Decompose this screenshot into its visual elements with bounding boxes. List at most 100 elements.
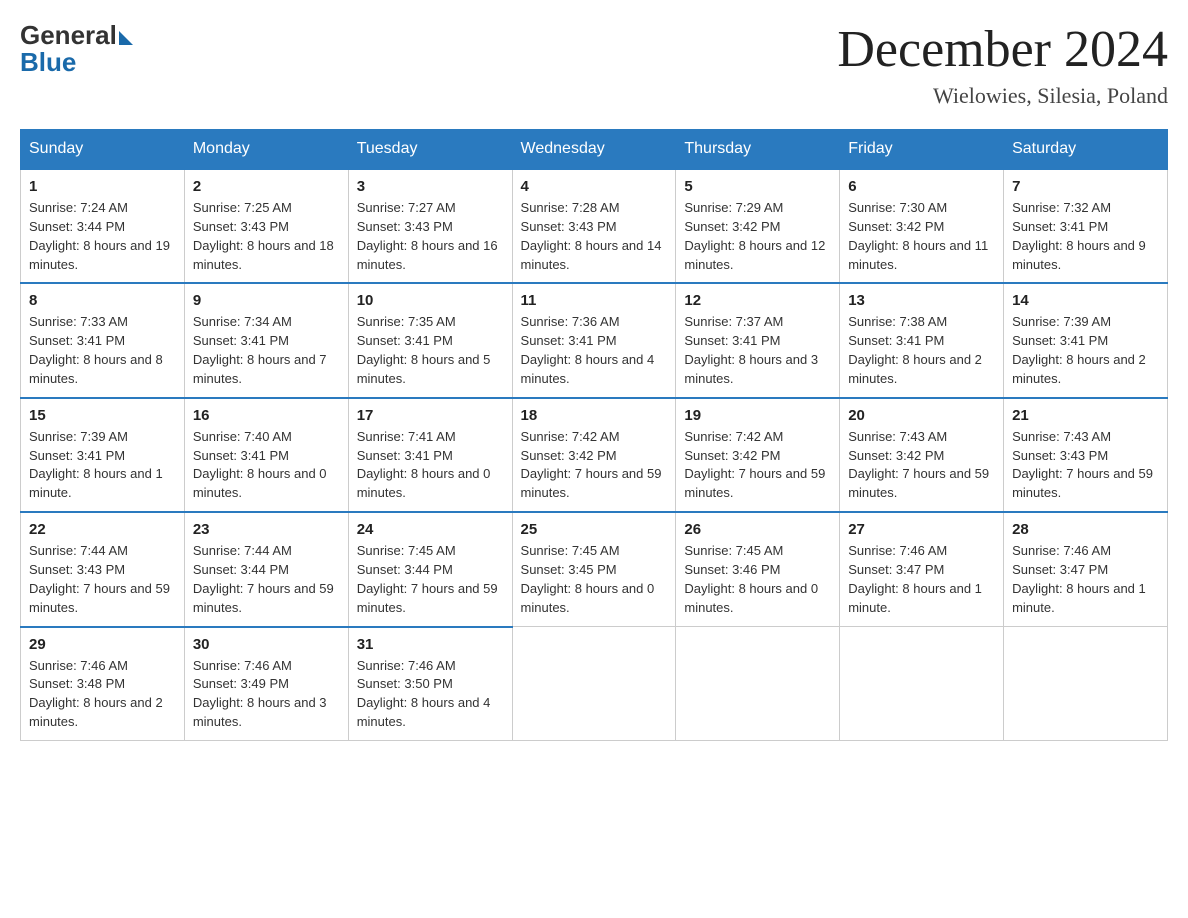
- day-cell: 23 Sunrise: 7:44 AMSunset: 3:44 PMDayligh…: [184, 512, 348, 626]
- day-info: Sunrise: 7:46 AMSunset: 3:47 PMDaylight:…: [848, 542, 995, 617]
- day-info: Sunrise: 7:43 AMSunset: 3:42 PMDaylight:…: [848, 428, 995, 503]
- day-cell: 14 Sunrise: 7:39 AMSunset: 3:41 PMDayligh…: [1004, 283, 1168, 397]
- day-number: 9: [193, 292, 340, 309]
- day-number: 23: [193, 521, 340, 538]
- day-cell: 22 Sunrise: 7:44 AMSunset: 3:43 PMDayligh…: [21, 512, 185, 626]
- day-info: Sunrise: 7:46 AMSunset: 3:48 PMDaylight:…: [29, 657, 176, 732]
- day-number: 5: [684, 178, 831, 195]
- day-info: Sunrise: 7:37 AMSunset: 3:41 PMDaylight:…: [684, 313, 831, 388]
- day-number: 15: [29, 407, 176, 424]
- day-number: 26: [684, 521, 831, 538]
- title-block: December 2024 Wielowies, Silesia, Poland: [837, 20, 1168, 109]
- day-info: Sunrise: 7:35 AMSunset: 3:41 PMDaylight:…: [357, 313, 504, 388]
- day-cell: 5 Sunrise: 7:29 AMSunset: 3:42 PMDaylight…: [676, 169, 840, 283]
- day-cell: 17 Sunrise: 7:41 AMSunset: 3:41 PMDayligh…: [348, 398, 512, 512]
- empty-cell: [1004, 627, 1168, 741]
- col-monday: Monday: [184, 130, 348, 170]
- day-number: 1: [29, 178, 176, 195]
- day-cell: 31Sunrise: 7:46 AMSunset: 3:50 PMDayligh…: [348, 627, 512, 741]
- day-info: Sunrise: 7:29 AMSunset: 3:42 PMDaylight:…: [684, 199, 831, 274]
- day-number: 17: [357, 407, 504, 424]
- day-number: 25: [521, 521, 668, 538]
- day-cell: 11Sunrise: 7:36 AMSunset: 3:41 PMDayligh…: [512, 283, 676, 397]
- day-info: Sunrise: 7:45 AMSunset: 3:44 PMDaylight:…: [357, 542, 504, 617]
- day-cell: 15 Sunrise: 7:39 AMSunset: 3:41 PMDayligh…: [21, 398, 185, 512]
- day-number: 10: [357, 292, 504, 309]
- day-number: 4: [521, 178, 668, 195]
- day-info: Sunrise: 7:25 AMSunset: 3:43 PMDaylight:…: [193, 199, 340, 274]
- location-title: Wielowies, Silesia, Poland: [837, 83, 1168, 109]
- day-info: Sunrise: 7:44 AMSunset: 3:44 PMDaylight:…: [193, 542, 340, 617]
- day-info: Sunrise: 7:27 AMSunset: 3:43 PMDaylight:…: [357, 199, 504, 274]
- day-cell: 12 Sunrise: 7:37 AMSunset: 3:41 PMDayligh…: [676, 283, 840, 397]
- day-info: Sunrise: 7:28 AMSunset: 3:43 PMDaylight:…: [521, 199, 668, 274]
- calendar-week-row: 1 Sunrise: 7:24 AMSunset: 3:44 PMDaylight…: [21, 169, 1168, 283]
- day-cell: 1 Sunrise: 7:24 AMSunset: 3:44 PMDaylight…: [21, 169, 185, 283]
- day-cell: 29Sunrise: 7:46 AMSunset: 3:48 PMDayligh…: [21, 627, 185, 741]
- day-cell: 25Sunrise: 7:45 AMSunset: 3:45 PMDayligh…: [512, 512, 676, 626]
- day-info: Sunrise: 7:46 AMSunset: 3:50 PMDaylight:…: [357, 657, 504, 732]
- day-info: Sunrise: 7:44 AMSunset: 3:43 PMDaylight:…: [29, 542, 176, 617]
- empty-cell: [840, 627, 1004, 741]
- day-info: Sunrise: 7:39 AMSunset: 3:41 PMDaylight:…: [1012, 313, 1159, 388]
- day-cell: 21Sunrise: 7:43 AMSunset: 3:43 PMDayligh…: [1004, 398, 1168, 512]
- day-number: 11: [521, 292, 668, 309]
- month-title: December 2024: [837, 20, 1168, 79]
- day-cell: 9 Sunrise: 7:34 AMSunset: 3:41 PMDaylight…: [184, 283, 348, 397]
- day-info: Sunrise: 7:46 AMSunset: 3:47 PMDaylight:…: [1012, 542, 1159, 617]
- day-cell: 30Sunrise: 7:46 AMSunset: 3:49 PMDayligh…: [184, 627, 348, 741]
- col-saturday: Saturday: [1004, 130, 1168, 170]
- day-info: Sunrise: 7:39 AMSunset: 3:41 PMDaylight:…: [29, 428, 176, 503]
- day-number: 6: [848, 178, 995, 195]
- day-cell: 26 Sunrise: 7:45 AMSunset: 3:46 PMDayligh…: [676, 512, 840, 626]
- day-number: 12: [684, 292, 831, 309]
- day-cell: 4 Sunrise: 7:28 AMSunset: 3:43 PMDaylight…: [512, 169, 676, 283]
- day-cell: 27 Sunrise: 7:46 AMSunset: 3:47 PMDayligh…: [840, 512, 1004, 626]
- logo-blue-text: Blue: [20, 47, 76, 78]
- day-cell: 16 Sunrise: 7:40 AMSunset: 3:41 PMDayligh…: [184, 398, 348, 512]
- day-cell: 28 Sunrise: 7:46 AMSunset: 3:47 PMDayligh…: [1004, 512, 1168, 626]
- day-number: 14: [1012, 292, 1159, 309]
- calendar-week-row: 29Sunrise: 7:46 AMSunset: 3:48 PMDayligh…: [21, 627, 1168, 741]
- empty-cell: [512, 627, 676, 741]
- day-info: Sunrise: 7:34 AMSunset: 3:41 PMDaylight:…: [193, 313, 340, 388]
- logo-arrow-icon: [119, 31, 133, 45]
- col-thursday: Thursday: [676, 130, 840, 170]
- day-number: 20: [848, 407, 995, 424]
- day-cell: 20 Sunrise: 7:43 AMSunset: 3:42 PMDayligh…: [840, 398, 1004, 512]
- day-number: 7: [1012, 178, 1159, 195]
- col-tuesday: Tuesday: [348, 130, 512, 170]
- day-info: Sunrise: 7:43 AMSunset: 3:43 PMDaylight:…: [1012, 428, 1159, 503]
- day-info: Sunrise: 7:40 AMSunset: 3:41 PMDaylight:…: [193, 428, 340, 503]
- page-header: General Blue December 2024 Wielowies, Si…: [20, 20, 1168, 109]
- day-number: 8: [29, 292, 176, 309]
- calendar-week-row: 22 Sunrise: 7:44 AMSunset: 3:43 PMDayligh…: [21, 512, 1168, 626]
- day-cell: 2 Sunrise: 7:25 AMSunset: 3:43 PMDaylight…: [184, 169, 348, 283]
- col-friday: Friday: [840, 130, 1004, 170]
- day-cell: 10 Sunrise: 7:35 AMSunset: 3:41 PMDayligh…: [348, 283, 512, 397]
- day-number: 30: [193, 636, 340, 653]
- calendar-header-row: Sunday Monday Tuesday Wednesday Thursday…: [21, 130, 1168, 170]
- day-number: 13: [848, 292, 995, 309]
- day-info: Sunrise: 7:38 AMSunset: 3:41 PMDaylight:…: [848, 313, 995, 388]
- day-info: Sunrise: 7:41 AMSunset: 3:41 PMDaylight:…: [357, 428, 504, 503]
- day-cell: 18 Sunrise: 7:42 AMSunset: 3:42 PMDayligh…: [512, 398, 676, 512]
- empty-cell: [676, 627, 840, 741]
- day-cell: 7Sunrise: 7:32 AMSunset: 3:41 PMDaylight…: [1004, 169, 1168, 283]
- day-number: 24: [357, 521, 504, 538]
- day-info: Sunrise: 7:42 AMSunset: 3:42 PMDaylight:…: [684, 428, 831, 503]
- day-info: Sunrise: 7:42 AMSunset: 3:42 PMDaylight:…: [521, 428, 668, 503]
- col-sunday: Sunday: [21, 130, 185, 170]
- day-number: 18: [521, 407, 668, 424]
- day-info: Sunrise: 7:30 AMSunset: 3:42 PMDaylight:…: [848, 199, 995, 274]
- day-number: 22: [29, 521, 176, 538]
- day-number: 2: [193, 178, 340, 195]
- day-cell: 3Sunrise: 7:27 AMSunset: 3:43 PMDaylight…: [348, 169, 512, 283]
- day-number: 28: [1012, 521, 1159, 538]
- day-number: 19: [684, 407, 831, 424]
- day-info: Sunrise: 7:45 AMSunset: 3:46 PMDaylight:…: [684, 542, 831, 617]
- day-number: 16: [193, 407, 340, 424]
- calendar-table: Sunday Monday Tuesday Wednesday Thursday…: [20, 129, 1168, 741]
- day-info: Sunrise: 7:24 AMSunset: 3:44 PMDaylight:…: [29, 199, 176, 274]
- day-number: 27: [848, 521, 995, 538]
